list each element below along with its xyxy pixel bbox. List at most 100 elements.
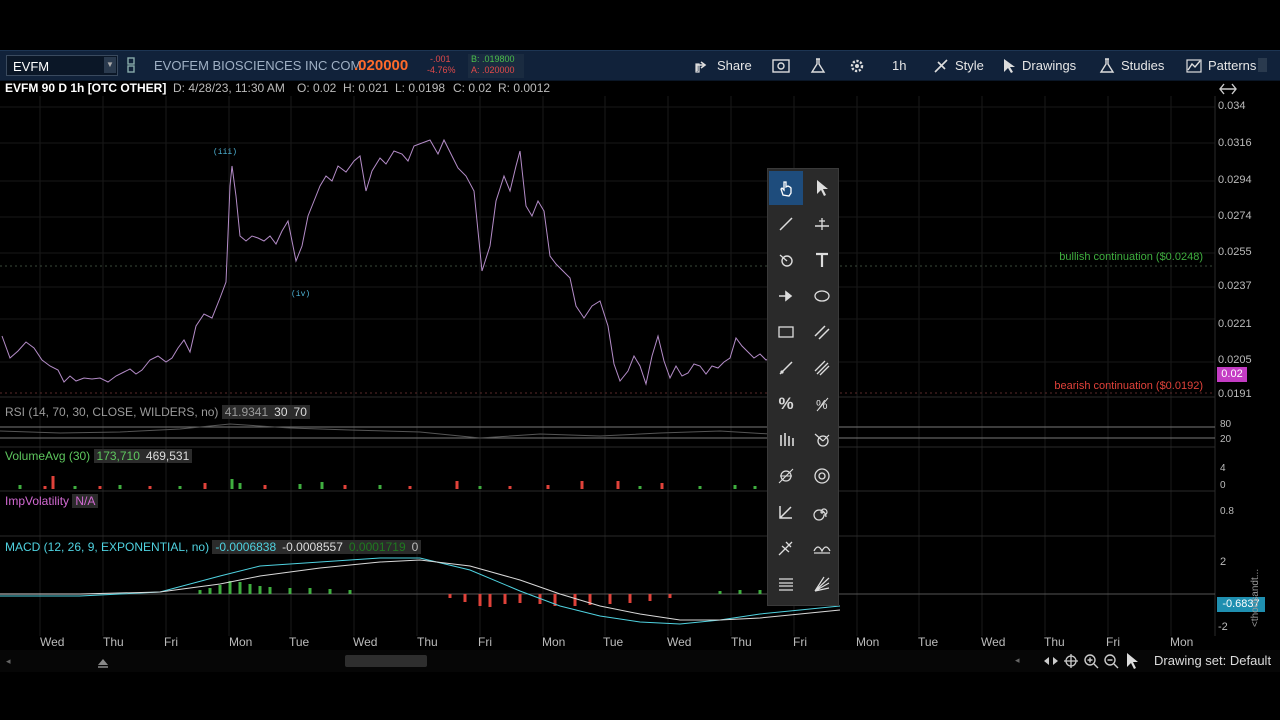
link-icon[interactable] [126,57,136,73]
last-price: .020000 [354,57,409,74]
share-button[interactable]: Share [695,51,752,80]
chart-area[interactable]: (iii) (iv) bullish continuation ($0.0248… [0,96,1280,650]
volume-profile-icon[interactable] [769,423,803,457]
calendar-icon [772,58,790,73]
fib-retracement-icon[interactable] [769,567,803,601]
price-axis-label: 0.0274 [1218,210,1252,222]
bar-close: C: 0.02 [453,81,492,95]
volume-bars [18,476,757,489]
speed-fan-icon[interactable] [805,567,839,601]
ray-icon[interactable] [769,351,803,385]
pitchfork-icon[interactable] [769,531,803,565]
symbol-dropdown-icon[interactable]: ▼ [104,57,116,73]
jump-to-start-icon[interactable] [94,653,112,669]
macd-axis-label: 2 [1220,556,1227,568]
time-axis-label: Fri [1106,635,1120,649]
share-icon [695,59,711,73]
timeframe-button[interactable]: 1h [892,51,906,80]
drawing-set-label[interactable]: Drawing set: Default [1154,653,1271,669]
angle-icon[interactable] [769,495,803,529]
expand-horizontal-icon[interactable] [1042,653,1060,669]
zoom-in-icon[interactable] [1083,653,1099,669]
fib-circle-icon[interactable] [805,459,839,493]
bar-high: H: 0.021 [343,81,389,95]
scroll-right-icon[interactable]: ◂ [1015,655,1025,667]
time-axis-label: Thu [103,635,124,649]
settings-button[interactable] [849,51,865,80]
cursor-icon[interactable] [1125,652,1139,670]
gear-icon [849,58,865,74]
time-axis-label: Tue [918,635,939,649]
volume-label-row[interactable]: VolumeAvg (30) 173,710 469,531 [5,449,193,463]
price-level-icon[interactable] [805,207,839,241]
studies-button[interactable]: Studies [1099,51,1164,80]
bar-open: O: 0.02 [297,81,337,95]
vertical-grid [39,96,1172,636]
cursor-icon[interactable] [805,171,839,205]
regression-channel-icon[interactable] [805,351,839,385]
drawings-button[interactable]: Drawings [1002,51,1076,80]
gann-fan-icon[interactable] [805,423,839,457]
horizontal-scrollbar-thumb[interactable] [345,655,427,667]
time-axis-label: Mon [229,635,253,649]
bar-low: L: 0.0198 [395,81,446,95]
bullish-continuation-label: bullish continuation ($0.0248) [1059,251,1203,263]
wave-label-iv: (iv) [291,290,310,299]
rsi-value: 41.9341 [221,405,272,419]
time-axis-label: Wed [353,635,378,649]
time-axis-label: Thu [1044,635,1065,649]
bottom-bar: ◂ ◂ Drawing set: Default [0,650,1280,672]
time-axis-label: Mon [856,635,880,649]
price-axis-label: 0.0221 [1218,318,1252,330]
scroll-left-icon[interactable]: ◂ [6,656,14,666]
crosshair-icon[interactable] [1063,653,1079,669]
macd-name: MACD (12, 26, 9, EXPONENTIAL, no) [5,540,210,554]
iv-value: N/A [72,494,99,508]
arrow-icon[interactable] [769,279,803,313]
macd-plot [0,557,1215,625]
price-axis-label: 0.0294 [1218,174,1252,186]
snapshot-button[interactable] [772,51,790,80]
trendline-icon[interactable] [769,207,803,241]
flask-button[interactable] [810,51,826,80]
rectangle-icon[interactable] [769,315,803,349]
current-price-tag: 0.02 [1217,367,1247,382]
style-button[interactable]: Style [933,51,984,80]
time-axis-label: Fri [793,635,807,649]
patterns-icon [1186,58,1202,74]
volume-name: VolumeAvg (30) [5,449,91,463]
circle-dot-icon[interactable] [769,243,803,277]
rsi-label-row[interactable]: RSI (14, 70, 30, CLOSE, WILDERS, no) 41.… [5,405,310,419]
cycles-icon[interactable] [805,531,839,565]
rsi-plot [0,423,1215,439]
ask-price: A: .020000 [471,65,515,75]
macd-side-label: <thousandt... [1246,565,1266,627]
text-icon[interactable] [805,243,839,277]
hand-icon[interactable] [769,171,803,205]
iv-label-row[interactable]: ImpVolatility N/A [5,494,99,508]
percent-icon[interactable]: % [769,387,803,421]
ellipse-icon[interactable] [805,279,839,313]
time-axis-label: Mon [1170,635,1194,649]
iv-axis-label: 0.8 [1220,506,1234,517]
price-axis-label: 0.0205 [1218,354,1252,366]
style-label: Style [955,58,984,73]
timeframe-label: 1h [892,58,907,73]
patterns-button[interactable]: Patterns [1186,51,1256,80]
scroll-nub[interactable] [1258,58,1267,72]
time-axis-label: Tue [289,635,310,649]
rsi-upper: 70 [290,405,310,419]
percent-alt-icon[interactable]: % [805,387,839,421]
zoom-out-icon[interactable] [1103,653,1119,669]
wave-label-iii: (iii) [213,148,237,157]
style-icon [933,58,949,74]
macd-label-row[interactable]: MACD (12, 26, 9, EXPONENTIAL, no) -0.000… [5,540,422,554]
volume-axis-label: 4 [1220,463,1226,474]
fib-extension-icon[interactable] [769,459,803,493]
bearish-continuation-label: bearish continuation ($0.0192) [1054,380,1203,392]
bar-range: R: 0.0012 [498,81,551,95]
parallel-channel-icon[interactable] [805,315,839,349]
spiral-icon[interactable] [805,495,839,529]
bar-date: D: 4/28/23, 11:30 AM [173,81,285,95]
symbol-input[interactable]: EVFM [6,55,118,76]
